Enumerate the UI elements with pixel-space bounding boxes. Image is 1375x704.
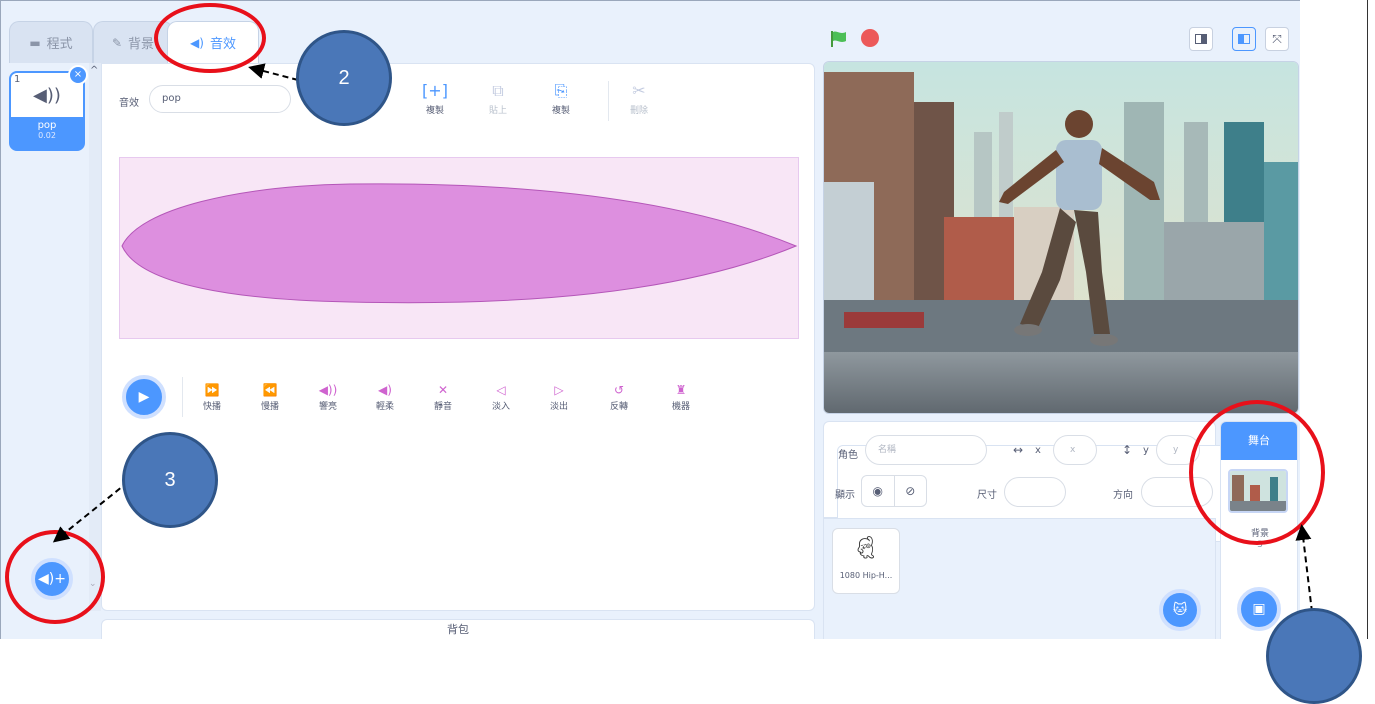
annotation-step-3: 3 [122,432,218,528]
annotation-arrows [52,63,1313,613]
annotation-step-partial [1266,608,1362,704]
annotation-step-2: 2 [296,30,392,126]
